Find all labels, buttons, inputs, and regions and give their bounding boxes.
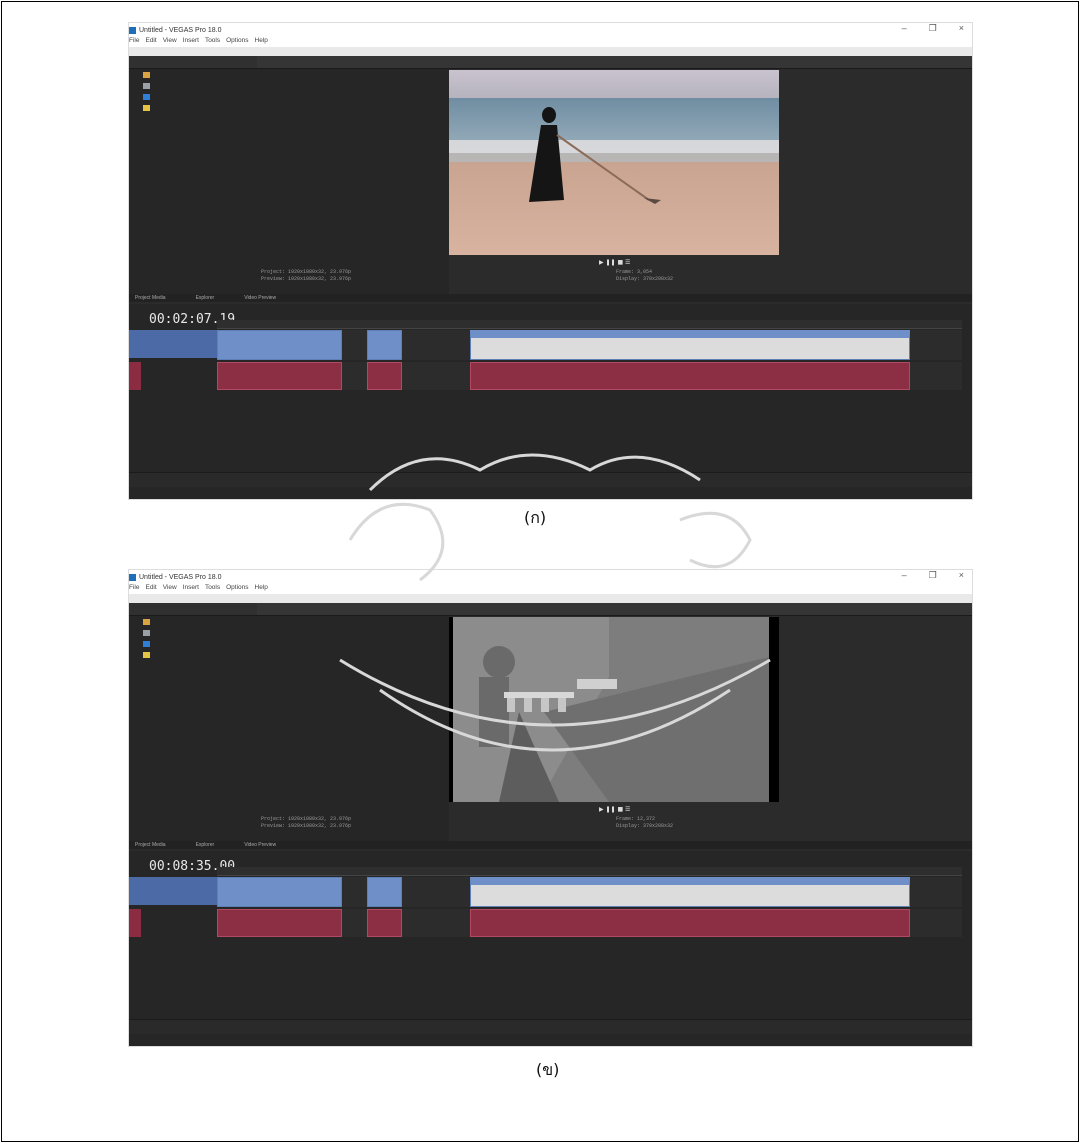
tree-item[interactable] <box>129 638 257 649</box>
project-media-panel <box>129 603 258 848</box>
timeline: 00:02:07.19 <box>129 304 972 499</box>
close-icon[interactable]: × <box>959 570 964 581</box>
title-bar: Untitled - VEGAS Pro 18.0 – ❐ × <box>129 570 972 584</box>
vegas-app-icon <box>129 26 136 34</box>
menu-bar: File Edit View Insert Tools Options Help <box>129 584 972 594</box>
workspace: ▶ ❚❚ ■ ☰ Project: 1920x1080x32, 23.976p P… <box>129 56 972 499</box>
tree-item[interactable] <box>129 627 257 638</box>
frame-info: Frame: 3,054 Display: 370x208x32 <box>616 269 674 282</box>
screenshot-b: Untitled - VEGAS Pro 18.0 – ❐ × File Edi… <box>128 569 973 1047</box>
menu-options[interactable]: Options <box>226 584 248 594</box>
preview-transport[interactable]: ▶ ❚❚ ■ ☰ <box>599 259 630 266</box>
menu-tools[interactable]: Tools <box>205 584 220 594</box>
menu-view[interactable]: View <box>163 37 177 47</box>
menu-edit[interactable]: Edit <box>145 584 156 594</box>
frame-info: Frame: 12,372 Display: 370x208x32 <box>616 816 674 829</box>
preview-toolbar <box>257 56 972 69</box>
video-track <box>217 877 962 907</box>
tree-item[interactable] <box>129 616 257 627</box>
menu-options[interactable]: Options <box>226 37 248 47</box>
menu-file[interactable]: File <box>129 584 139 594</box>
project-info: Project: 1920x1080x32, 23.976p Preview: 1… <box>261 816 352 829</box>
timeline: 00:08:35.00 <box>129 851 972 1046</box>
audio-clip[interactable] <box>367 909 402 937</box>
beach-preview-image <box>449 70 779 255</box>
audio-clip[interactable] <box>217 362 342 390</box>
menu-insert[interactable]: Insert <box>183 584 199 594</box>
tab-video-preview[interactable]: Video Preview <box>244 842 276 848</box>
screenshot-a: Untitled - VEGAS Pro 18.0 – ❐ × File Edi… <box>128 22 973 500</box>
audio-clip[interactable] <box>217 909 342 937</box>
caption-a: (ก) <box>524 508 547 527</box>
tree-item[interactable] <box>129 649 257 660</box>
tree-item[interactable] <box>129 80 257 91</box>
tab-video-preview[interactable]: Video Preview <box>244 295 276 301</box>
close-icon[interactable]: × <box>959 23 964 34</box>
transport-bar[interactable] <box>129 472 972 487</box>
video-clip[interactable] <box>217 330 342 360</box>
audio-track <box>217 362 962 390</box>
grayscale-preview-image <box>449 617 779 802</box>
minimize-icon[interactable]: – <box>902 23 907 34</box>
menu-insert[interactable]: Insert <box>183 37 199 47</box>
video-clip[interactable] <box>217 877 342 907</box>
window-title: Untitled - VEGAS Pro 18.0 <box>139 573 222 581</box>
audio-track <box>217 909 962 937</box>
menu-tools[interactable]: Tools <box>205 37 220 47</box>
workspace: ▶ ❚❚ ■ ☰ Project: 1920x1080x32, 23.976p P… <box>129 603 972 1046</box>
maximize-icon[interactable]: ❐ <box>929 570 937 581</box>
preview-transport[interactable]: ▶ ❚❚ ■ ☰ <box>599 806 630 813</box>
video-clip[interactable] <box>470 330 910 360</box>
caption-b: (ข) <box>536 1060 560 1079</box>
video-clip[interactable] <box>367 330 402 360</box>
media-browser <box>257 56 449 301</box>
video-preview <box>449 617 779 802</box>
project-info: Project: 1920x1080x32, 23.976p Preview: 1… <box>261 269 352 282</box>
window-controls: – ❐ × <box>902 570 964 581</box>
tab-explorer[interactable]: Explorer <box>196 295 215 301</box>
window-tabs: Project Media Explorer Video Preview <box>129 294 972 302</box>
audio-track-header[interactable] <box>129 909 141 937</box>
audio-clip[interactable] <box>470 909 910 937</box>
menu-file[interactable]: File <box>129 37 139 47</box>
video-preview <box>449 70 779 255</box>
main-toolbar <box>129 594 972 603</box>
title-bar: Untitled - VEGAS Pro 18.0 – ❐ × <box>129 23 972 37</box>
preview-toolbar <box>257 603 972 616</box>
window-controls: – ❐ × <box>902 23 964 34</box>
media-browser <box>257 603 449 848</box>
video-track-header[interactable] <box>129 877 217 905</box>
timeline-ruler[interactable] <box>217 320 962 329</box>
video-track <box>217 330 962 360</box>
menu-edit[interactable]: Edit <box>145 37 156 47</box>
tree-item[interactable] <box>129 69 257 80</box>
main-toolbar <box>129 47 972 56</box>
transport-bar[interactable] <box>129 1019 972 1034</box>
video-clip[interactable] <box>367 877 402 907</box>
menu-view[interactable]: View <box>163 584 177 594</box>
audio-clip[interactable] <box>367 362 402 390</box>
timeline-ruler[interactable] <box>217 867 962 876</box>
menu-bar: File Edit View Insert Tools Options Help <box>129 37 972 47</box>
tab-explorer[interactable]: Explorer <box>196 842 215 848</box>
tree-item[interactable] <box>129 102 257 113</box>
tab-project-media[interactable]: Project Media <box>135 842 166 848</box>
audio-track-header[interactable] <box>129 362 141 390</box>
project-media-panel <box>129 56 258 301</box>
explorer-toolbar <box>129 603 257 616</box>
maximize-icon[interactable]: ❐ <box>929 23 937 34</box>
tab-project-media[interactable]: Project Media <box>135 295 166 301</box>
menu-help[interactable]: Help <box>255 584 268 594</box>
menu-help[interactable]: Help <box>255 37 268 47</box>
window-tabs: Project Media Explorer Video Preview <box>129 841 972 849</box>
explorer-toolbar <box>129 56 257 69</box>
tree-item[interactable] <box>129 91 257 102</box>
video-clip[interactable] <box>470 877 910 907</box>
video-track-header[interactable] <box>129 330 217 358</box>
vegas-app-icon <box>129 573 136 581</box>
minimize-icon[interactable]: – <box>902 570 907 581</box>
window-title: Untitled - VEGAS Pro 18.0 <box>139 26 222 34</box>
audio-clip[interactable] <box>470 362 910 390</box>
